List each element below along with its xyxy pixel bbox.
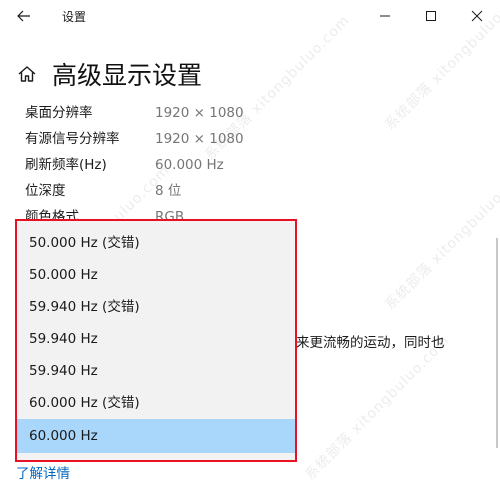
refresh-rate-dropdown: 50.000 Hz (交错) 50.000 Hz 59.940 Hz (交错) … [15, 219, 297, 462]
info-value: 8 位 [155, 183, 182, 199]
info-label: 桌面分辨率 [25, 105, 93, 121]
watermark: 系统部落 xitongbuluo.com [302, 332, 454, 484]
refresh-rate-option[interactable]: 50.000 Hz [17, 259, 295, 291]
arrow-left-icon [17, 10, 30, 22]
maximize-icon [426, 11, 436, 21]
refresh-rate-option[interactable]: 59.940 Hz [17, 323, 295, 355]
home-icon[interactable] [16, 63, 38, 85]
refresh-rate-option[interactable]: 60.000 Hz (交错) [17, 387, 295, 419]
page-header: 高级显示设置 [16, 56, 202, 92]
info-value: 1920 × 1080 [155, 105, 244, 121]
minimize-button[interactable] [370, 4, 400, 28]
back-button[interactable] [10, 4, 38, 28]
title-bar: 设置 [0, 0, 500, 32]
close-icon [471, 10, 483, 22]
refresh-rate-option[interactable]: 59.940 Hz (交错) [17, 291, 295, 323]
maximize-button[interactable] [416, 4, 446, 28]
refresh-rate-option[interactable]: 50.000 Hz (交错) [17, 227, 295, 259]
learn-more-link[interactable]: 了解详情 [16, 462, 70, 482]
app-title: 设置 [62, 10, 87, 24]
refresh-rate-option[interactable]: 59.940 Hz [17, 355, 295, 387]
info-label: 刷新频率(Hz) [25, 157, 107, 173]
info-value: 60.000 Hz [155, 157, 224, 173]
close-button[interactable] [462, 4, 492, 28]
watermark: 系统部落 xitongbuluo.com [382, 162, 500, 314]
info-value: 1920 × 1080 [155, 131, 244, 147]
page-title: 高级显示设置 [52, 61, 203, 90]
minimize-icon [380, 15, 390, 17]
description-text: 来更流畅的运动，同时也 [296, 335, 445, 351]
refresh-rate-option-selected[interactable]: 60.000 Hz [17, 419, 295, 453]
info-label: 位深度 [25, 183, 66, 199]
info-label: 有源信号分辨率 [25, 131, 120, 147]
scrollbar[interactable] [496, 238, 498, 448]
